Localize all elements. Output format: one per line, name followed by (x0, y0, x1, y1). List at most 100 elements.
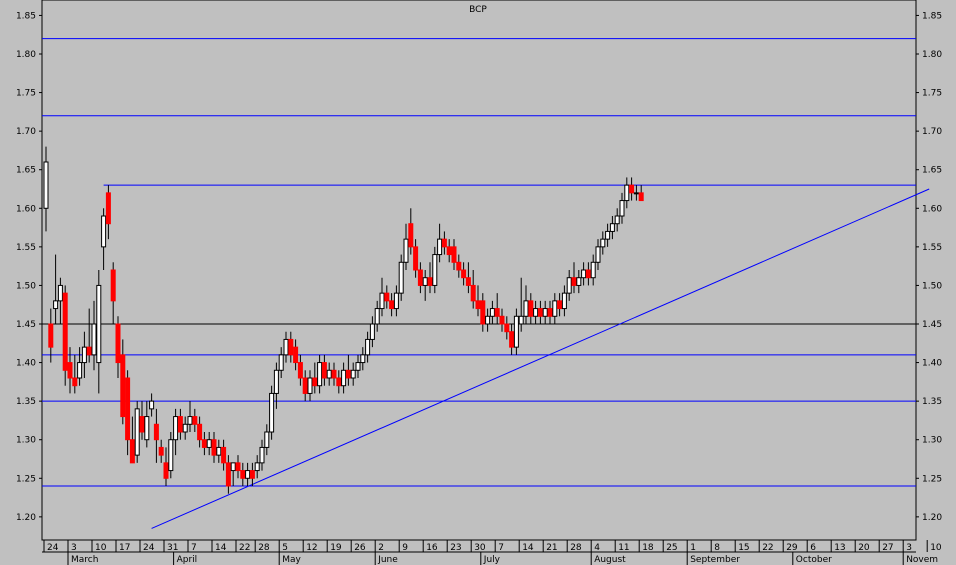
candle-body (513, 315, 519, 348)
candle-body (413, 246, 419, 271)
candle-body (321, 362, 327, 379)
candle-body (542, 308, 548, 317)
candle-body (470, 284, 476, 302)
candle-body (53, 300, 59, 310)
candle-body (374, 308, 380, 325)
candle-body (278, 354, 284, 371)
y-tick-label-right: 1.25 (922, 474, 942, 484)
month-label: March (71, 555, 98, 565)
y-tick-label-right: 1.65 (922, 166, 942, 176)
candle-body (465, 277, 471, 286)
y-tick-label-left: 1.80 (16, 50, 36, 60)
candle-body (302, 377, 308, 394)
candle-body (360, 354, 366, 364)
candle-body (633, 192, 639, 195)
candle-body (355, 362, 361, 371)
candle-body (177, 416, 183, 433)
candle-body (350, 369, 356, 379)
candle-body (139, 416, 145, 433)
y-tick-label-right: 1.70 (922, 127, 942, 137)
y-tick-label-left: 1.60 (16, 204, 36, 214)
y-tick-label-right: 1.20 (922, 513, 942, 523)
candle-body (293, 346, 299, 364)
y-tick-label-right: 1.45 (922, 320, 942, 330)
candle-body (432, 254, 438, 286)
candle-body (595, 246, 601, 263)
candle-body (101, 215, 107, 248)
y-tick-label-left: 1.45 (16, 320, 36, 330)
y-tick-label-left: 1.35 (16, 397, 36, 407)
candle-body (523, 300, 529, 317)
candle-body (336, 377, 342, 387)
candle-body (557, 300, 563, 310)
candle-body (393, 292, 399, 310)
y-tick-label-right: 1.50 (922, 281, 942, 291)
y-tick-label-right: 1.85 (922, 11, 942, 21)
candle-body (341, 369, 347, 387)
candle-body (590, 261, 596, 279)
candle-body (235, 462, 241, 472)
candle-body (317, 362, 323, 387)
candle-body (437, 238, 443, 256)
candle-body (331, 369, 337, 379)
candle-body (163, 462, 169, 479)
candle-body (245, 470, 251, 479)
candle-body (581, 269, 587, 279)
candle-body (197, 423, 203, 441)
y-tick-label-left: 1.70 (16, 127, 36, 137)
candle-body (288, 338, 294, 356)
candle-body (451, 246, 457, 263)
candle-body (638, 192, 644, 202)
candle-body (417, 269, 423, 286)
candlestick-chart: BCP 1.85 1.80 1.75 1.70 1.65 1.60 1.55 1.50 1.45… (0, 0, 956, 565)
candle-body (67, 362, 73, 379)
candle-body (43, 161, 49, 209)
candle-body (158, 446, 164, 456)
month-label: June (377, 555, 398, 565)
candle-body (149, 400, 155, 410)
candle-body (81, 346, 87, 364)
candle-body (528, 300, 534, 317)
candle-body (609, 223, 615, 232)
candle-body (384, 292, 390, 302)
candle-body (475, 300, 481, 310)
candle-body (312, 377, 318, 387)
candle-body (201, 439, 207, 448)
candle-body (461, 269, 467, 279)
candle-body (264, 431, 270, 448)
month-label: Novem (906, 555, 938, 565)
candle-body (499, 315, 505, 325)
candle-body (129, 439, 135, 464)
month-label: July (483, 555, 501, 565)
y-tick-label-right: 1.30 (922, 436, 942, 446)
candle-body (379, 292, 385, 310)
candle-body (297, 362, 303, 379)
candle-body (115, 323, 121, 364)
candle-body (629, 184, 635, 194)
candle-body (533, 308, 539, 317)
candle-body (269, 392, 275, 433)
candle-body (182, 423, 188, 433)
candle-body (144, 416, 150, 441)
candle-body (307, 377, 313, 394)
month-label: April (177, 555, 198, 565)
candle-body (110, 269, 116, 302)
candle-body (446, 246, 452, 256)
x-tick-label: 10 (930, 543, 942, 553)
candle-body (561, 292, 567, 310)
candle-body (585, 269, 591, 279)
month-label: May (282, 555, 301, 565)
y-tick-label-left: 1.20 (16, 513, 36, 523)
candle (134, 401, 140, 463)
candle-body (614, 215, 620, 225)
month-label: October (796, 555, 832, 565)
candle-body (369, 323, 375, 340)
candle-body (120, 354, 126, 418)
candle-body (125, 377, 131, 441)
month-label: August (594, 555, 626, 565)
month-label: September (690, 555, 740, 565)
candle-body (485, 315, 491, 325)
y-tick-label-left: 1.85 (16, 11, 36, 21)
candle-body (91, 323, 97, 356)
candle-body (427, 277, 433, 286)
